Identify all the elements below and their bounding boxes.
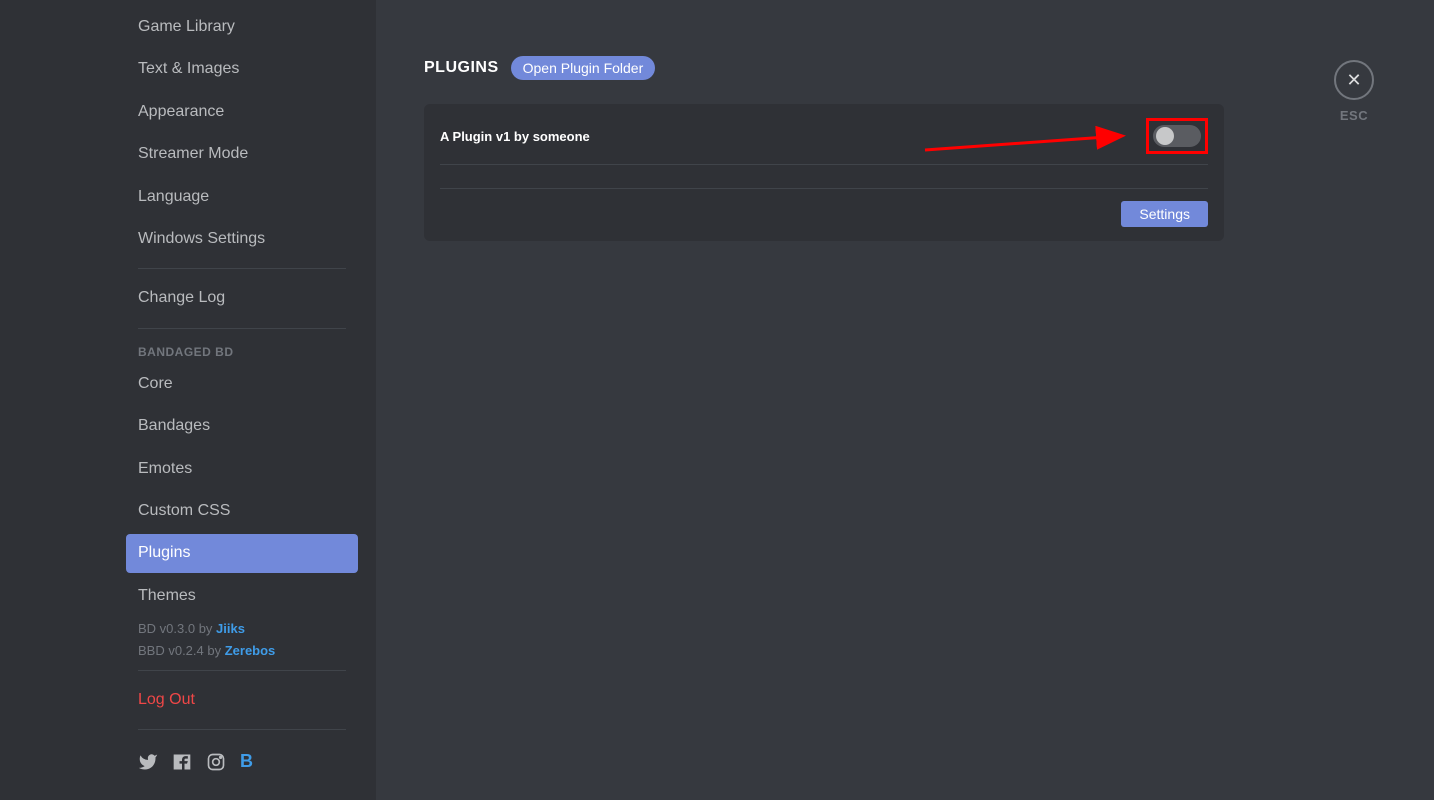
twitter-icon[interactable]	[138, 752, 158, 777]
instagram-icon[interactable]	[206, 752, 226, 777]
facebook-icon[interactable]	[172, 752, 192, 777]
sidebar-item-language[interactable]: Language	[126, 178, 358, 216]
social-links: B	[126, 740, 358, 789]
divider	[138, 729, 346, 730]
sidebar-item-emotes[interactable]: Emotes	[126, 450, 358, 488]
sidebar-item-windows-settings[interactable]: Windows Settings	[126, 220, 358, 258]
sidebar-item-text-images[interactable]: Text & Images	[126, 50, 358, 88]
divider	[138, 268, 346, 269]
sidebar-item-logout[interactable]: Log Out	[126, 681, 358, 719]
bd-author-link[interactable]: Jiiks	[216, 621, 245, 636]
sidebar-item-themes[interactable]: Themes	[126, 577, 358, 615]
toggle-knob	[1156, 127, 1174, 145]
sidebar-item-streamer-mode[interactable]: Streamer Mode	[126, 135, 358, 173]
annotation-arrow	[920, 126, 1130, 156]
sidebar-item-change-log[interactable]: Change Log	[126, 279, 358, 317]
sidebar-item-game-library[interactable]: Game Library	[126, 8, 358, 46]
bbd-author-link[interactable]: Zerebos	[225, 643, 276, 658]
divider	[138, 670, 346, 671]
close-button[interactable]: ✕	[1334, 60, 1374, 100]
annotation-highlight	[1146, 118, 1208, 154]
sidebar-item-core[interactable]: Core	[126, 365, 358, 403]
plugin-description	[440, 165, 1208, 189]
bd-version-info: BD v0.3.0 by Jiiks	[126, 619, 358, 639]
sidebar-item-plugins[interactable]: Plugins	[126, 534, 358, 572]
plugin-enable-toggle[interactable]	[1153, 125, 1201, 147]
close-label: ESC	[1340, 108, 1368, 123]
settings-sidebar: Game Library Text & Images Appearance St…	[0, 0, 376, 800]
open-plugin-folder-button[interactable]: Open Plugin Folder	[511, 56, 656, 80]
sidebar-item-bandages[interactable]: Bandages	[126, 407, 358, 445]
bbd-version-prefix: BBD v0.2.4 by	[138, 643, 225, 658]
plugin-card: A Plugin v1 by someone Settings	[424, 104, 1224, 241]
page-title: PLUGINS	[424, 59, 499, 77]
bd-version-prefix: BD v0.3.0 by	[138, 621, 216, 636]
divider	[138, 328, 346, 329]
plugin-settings-button[interactable]: Settings	[1121, 201, 1208, 227]
close-icon: ✕	[1346, 70, 1361, 91]
bbd-version-info: BBD v0.2.4 by Zerebos	[126, 641, 358, 661]
main-content: ✕ ESC PLUGINS Open Plugin Folder A Plugi…	[376, 0, 1434, 800]
plugin-title: A Plugin v1 by someone	[440, 129, 590, 144]
bd-icon[interactable]: B	[240, 752, 260, 772]
sidebar-item-custom-css[interactable]: Custom CSS	[126, 492, 358, 530]
sidebar-item-appearance[interactable]: Appearance	[126, 93, 358, 131]
sidebar-header-bandaged-bd: BANDAGED BD	[126, 339, 358, 365]
